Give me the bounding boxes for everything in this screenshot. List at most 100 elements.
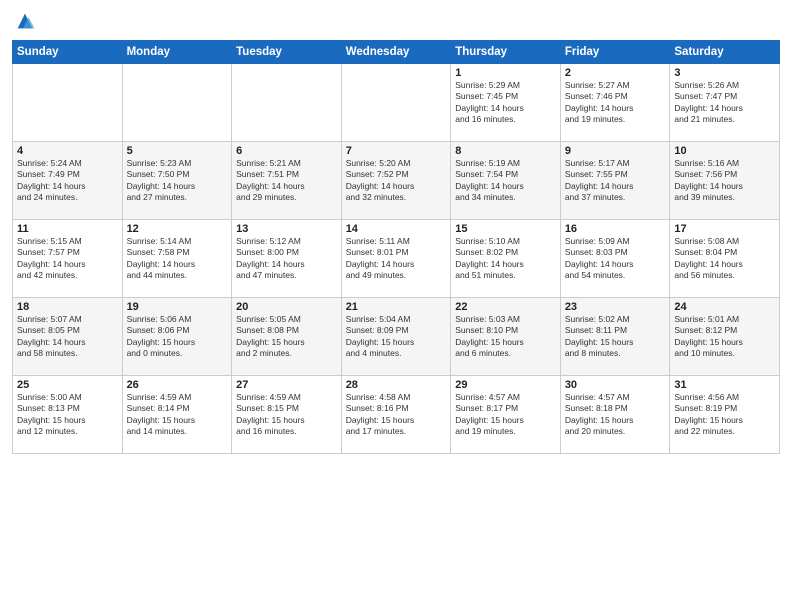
day-cell-18: 18Sunrise: 5:07 AM Sunset: 8:05 PM Dayli… (13, 298, 123, 376)
day-number: 16 (565, 223, 666, 235)
day-info: Sunrise: 5:12 AM Sunset: 8:00 PM Dayligh… (236, 236, 337, 282)
day-cell-13: 13Sunrise: 5:12 AM Sunset: 8:00 PM Dayli… (232, 220, 342, 298)
day-number: 6 (236, 145, 337, 157)
day-number: 24 (674, 301, 775, 313)
empty-cell (13, 64, 123, 142)
header-day-monday: Monday (122, 41, 232, 64)
day-info: Sunrise: 5:06 AM Sunset: 8:06 PM Dayligh… (127, 314, 228, 360)
header-day-thursday: Thursday (451, 41, 561, 64)
day-cell-8: 8Sunrise: 5:19 AM Sunset: 7:54 PM Daylig… (451, 142, 561, 220)
day-number: 19 (127, 301, 228, 313)
day-cell-20: 20Sunrise: 5:05 AM Sunset: 8:08 PM Dayli… (232, 298, 342, 376)
day-cell-28: 28Sunrise: 4:58 AM Sunset: 8:16 PM Dayli… (341, 376, 451, 454)
day-info: Sunrise: 5:20 AM Sunset: 7:52 PM Dayligh… (346, 158, 447, 204)
day-number: 11 (17, 223, 118, 235)
empty-cell (122, 64, 232, 142)
day-cell-29: 29Sunrise: 4:57 AM Sunset: 8:17 PM Dayli… (451, 376, 561, 454)
day-cell-10: 10Sunrise: 5:16 AM Sunset: 7:56 PM Dayli… (670, 142, 780, 220)
day-number: 30 (565, 379, 666, 391)
day-cell-14: 14Sunrise: 5:11 AM Sunset: 8:01 PM Dayli… (341, 220, 451, 298)
day-number: 8 (455, 145, 556, 157)
header-day-friday: Friday (560, 41, 670, 64)
day-info: Sunrise: 5:17 AM Sunset: 7:55 PM Dayligh… (565, 158, 666, 204)
day-cell-30: 30Sunrise: 4:57 AM Sunset: 8:18 PM Dayli… (560, 376, 670, 454)
day-info: Sunrise: 5:08 AM Sunset: 8:04 PM Dayligh… (674, 236, 775, 282)
day-info: Sunrise: 4:57 AM Sunset: 8:17 PM Dayligh… (455, 392, 556, 438)
day-info: Sunrise: 5:16 AM Sunset: 7:56 PM Dayligh… (674, 158, 775, 204)
day-cell-23: 23Sunrise: 5:02 AM Sunset: 8:11 PM Dayli… (560, 298, 670, 376)
day-cell-24: 24Sunrise: 5:01 AM Sunset: 8:12 PM Dayli… (670, 298, 780, 376)
day-info: Sunrise: 5:03 AM Sunset: 8:10 PM Dayligh… (455, 314, 556, 360)
day-cell-4: 4Sunrise: 5:24 AM Sunset: 7:49 PM Daylig… (13, 142, 123, 220)
day-info: Sunrise: 5:00 AM Sunset: 8:13 PM Dayligh… (17, 392, 118, 438)
day-info: Sunrise: 5:10 AM Sunset: 8:02 PM Dayligh… (455, 236, 556, 282)
day-number: 7 (346, 145, 447, 157)
day-number: 10 (674, 145, 775, 157)
day-cell-7: 7Sunrise: 5:20 AM Sunset: 7:52 PM Daylig… (341, 142, 451, 220)
day-number: 13 (236, 223, 337, 235)
day-number: 21 (346, 301, 447, 313)
day-info: Sunrise: 5:09 AM Sunset: 8:03 PM Dayligh… (565, 236, 666, 282)
day-cell-6: 6Sunrise: 5:21 AM Sunset: 7:51 PM Daylig… (232, 142, 342, 220)
day-info: Sunrise: 5:21 AM Sunset: 7:51 PM Dayligh… (236, 158, 337, 204)
day-cell-15: 15Sunrise: 5:10 AM Sunset: 8:02 PM Dayli… (451, 220, 561, 298)
day-info: Sunrise: 5:23 AM Sunset: 7:50 PM Dayligh… (127, 158, 228, 204)
day-number: 27 (236, 379, 337, 391)
day-cell-21: 21Sunrise: 5:04 AM Sunset: 8:09 PM Dayli… (341, 298, 451, 376)
day-info: Sunrise: 4:56 AM Sunset: 8:19 PM Dayligh… (674, 392, 775, 438)
header (12, 10, 780, 32)
day-info: Sunrise: 4:59 AM Sunset: 8:14 PM Dayligh… (127, 392, 228, 438)
day-cell-26: 26Sunrise: 4:59 AM Sunset: 8:14 PM Dayli… (122, 376, 232, 454)
day-number: 9 (565, 145, 666, 157)
logo (12, 10, 36, 32)
day-number: 26 (127, 379, 228, 391)
week-row-4: 25Sunrise: 5:00 AM Sunset: 8:13 PM Dayli… (13, 376, 780, 454)
day-info: Sunrise: 5:27 AM Sunset: 7:46 PM Dayligh… (565, 80, 666, 126)
day-number: 14 (346, 223, 447, 235)
day-number: 1 (455, 67, 556, 79)
day-info: Sunrise: 4:59 AM Sunset: 8:15 PM Dayligh… (236, 392, 337, 438)
empty-cell (232, 64, 342, 142)
week-row-0: 1Sunrise: 5:29 AM Sunset: 7:45 PM Daylig… (13, 64, 780, 142)
day-number: 18 (17, 301, 118, 313)
day-number: 28 (346, 379, 447, 391)
day-cell-1: 1Sunrise: 5:29 AM Sunset: 7:45 PM Daylig… (451, 64, 561, 142)
day-cell-17: 17Sunrise: 5:08 AM Sunset: 8:04 PM Dayli… (670, 220, 780, 298)
header-day-saturday: Saturday (670, 41, 780, 64)
week-row-1: 4Sunrise: 5:24 AM Sunset: 7:49 PM Daylig… (13, 142, 780, 220)
day-info: Sunrise: 5:11 AM Sunset: 8:01 PM Dayligh… (346, 236, 447, 282)
day-cell-19: 19Sunrise: 5:06 AM Sunset: 8:06 PM Dayli… (122, 298, 232, 376)
day-cell-16: 16Sunrise: 5:09 AM Sunset: 8:03 PM Dayli… (560, 220, 670, 298)
day-info: Sunrise: 5:07 AM Sunset: 8:05 PM Dayligh… (17, 314, 118, 360)
day-cell-27: 27Sunrise: 4:59 AM Sunset: 8:15 PM Dayli… (232, 376, 342, 454)
page-container: SundayMondayTuesdayWednesdayThursdayFrid… (0, 0, 792, 462)
day-number: 23 (565, 301, 666, 313)
day-number: 5 (127, 145, 228, 157)
header-day-tuesday: Tuesday (232, 41, 342, 64)
day-number: 3 (674, 67, 775, 79)
day-number: 12 (127, 223, 228, 235)
day-info: Sunrise: 5:29 AM Sunset: 7:45 PM Dayligh… (455, 80, 556, 126)
day-cell-5: 5Sunrise: 5:23 AM Sunset: 7:50 PM Daylig… (122, 142, 232, 220)
day-number: 4 (17, 145, 118, 157)
day-number: 25 (17, 379, 118, 391)
day-info: Sunrise: 5:15 AM Sunset: 7:57 PM Dayligh… (17, 236, 118, 282)
day-info: Sunrise: 5:26 AM Sunset: 7:47 PM Dayligh… (674, 80, 775, 126)
empty-cell (341, 64, 451, 142)
header-row: SundayMondayTuesdayWednesdayThursdayFrid… (13, 41, 780, 64)
day-info: Sunrise: 5:02 AM Sunset: 8:11 PM Dayligh… (565, 314, 666, 360)
header-day-sunday: Sunday (13, 41, 123, 64)
day-info: Sunrise: 5:14 AM Sunset: 7:58 PM Dayligh… (127, 236, 228, 282)
day-number: 29 (455, 379, 556, 391)
day-cell-3: 3Sunrise: 5:26 AM Sunset: 7:47 PM Daylig… (670, 64, 780, 142)
day-number: 17 (674, 223, 775, 235)
day-cell-25: 25Sunrise: 5:00 AM Sunset: 8:13 PM Dayli… (13, 376, 123, 454)
day-cell-11: 11Sunrise: 5:15 AM Sunset: 7:57 PM Dayli… (13, 220, 123, 298)
day-cell-12: 12Sunrise: 5:14 AM Sunset: 7:58 PM Dayli… (122, 220, 232, 298)
day-number: 2 (565, 67, 666, 79)
logo-icon (14, 10, 36, 32)
day-info: Sunrise: 5:01 AM Sunset: 8:12 PM Dayligh… (674, 314, 775, 360)
day-info: Sunrise: 5:04 AM Sunset: 8:09 PM Dayligh… (346, 314, 447, 360)
day-info: Sunrise: 5:24 AM Sunset: 7:49 PM Dayligh… (17, 158, 118, 204)
day-cell-22: 22Sunrise: 5:03 AM Sunset: 8:10 PM Dayli… (451, 298, 561, 376)
